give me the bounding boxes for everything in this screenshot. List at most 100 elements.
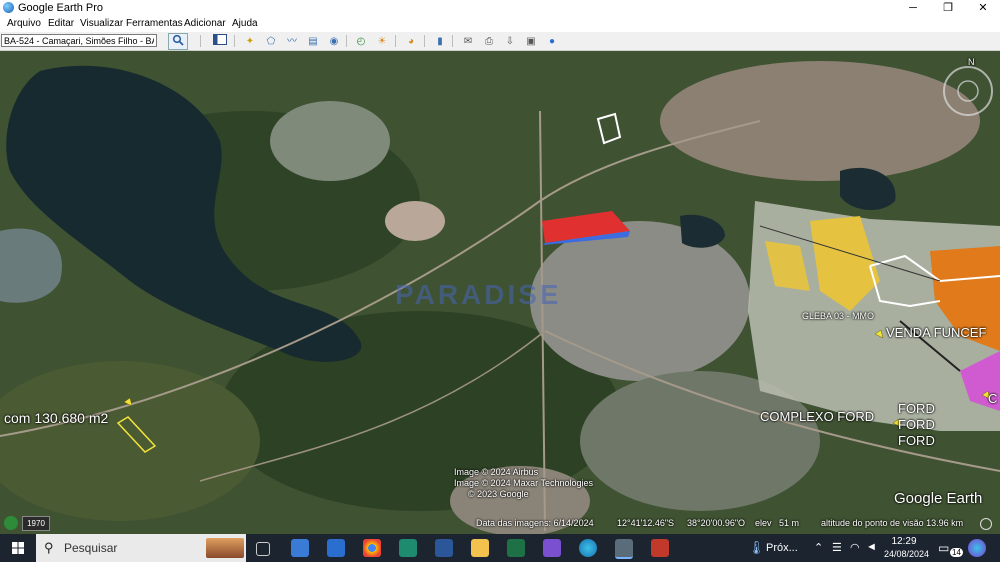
weather-text[interactable]: Próx...: [766, 542, 798, 554]
minimize-button[interactable]: ─: [896, 0, 930, 16]
menu-adicionar[interactable]: Adicionar: [184, 18, 226, 29]
search-button[interactable]: [168, 33, 188, 50]
ruler-icon: ▮: [437, 36, 443, 47]
tour-button[interactable]: ◉: [324, 33, 344, 50]
ruler-button[interactable]: ▮: [430, 33, 450, 50]
globe-icon: ●: [548, 36, 556, 47]
clock-date[interactable]: 24/08/2024: [884, 549, 929, 559]
weather-icon[interactable]: 🌡: [748, 540, 765, 556]
map-view[interactable]: PARADISE N com 130.680 m2 GLEBA 03 - MMO…: [0, 51, 1000, 535]
window-title: Google Earth Pro: [18, 2, 103, 14]
image-overlay-button[interactable]: ▤: [303, 33, 323, 50]
movie-icon: ▣: [526, 36, 536, 47]
sidebar-icon: [213, 34, 227, 45]
menu-ajuda[interactable]: Ajuda: [232, 18, 258, 29]
mail-icon[interactable]: [327, 539, 345, 557]
volume-icon[interactable]: ◄: [866, 541, 877, 553]
word-icon[interactable]: [435, 539, 453, 557]
title-bar: Google Earth Pro ─ ❐ ✕: [0, 0, 1000, 16]
toolbar: ✦ ⬠ 〰 ▤ ◉ ◴ ☀ ◕ ▮ ✉ ⎙ ⇩ ▣ ●: [0, 32, 1000, 51]
toolbar-separator: [424, 35, 425, 47]
notification-icon[interactable]: ▭: [938, 541, 949, 555]
polygon-button[interactable]: ⬠: [261, 33, 281, 50]
overlay-icon: ▤: [308, 36, 318, 47]
historical-year[interactable]: 1970: [22, 516, 50, 531]
toolbar-separator: [346, 35, 347, 47]
wifi-icon[interactable]: ◠: [850, 541, 860, 554]
taskbar: ⚲ Pesquisar 🌡 Próx... ⌃ ☰ ◠ ◄ 12:29 24/0…: [0, 534, 1000, 562]
menu-arquivo[interactable]: Arquivo: [7, 18, 41, 29]
placemark-button[interactable]: ✦: [240, 33, 260, 50]
historical-slider-icon[interactable]: [4, 516, 18, 530]
placemark-label-edge[interactable]: C: [988, 391, 997, 406]
planets-button[interactable]: ◕: [401, 33, 421, 50]
task-view-icon[interactable]: [256, 542, 270, 556]
planet-icon: ◕: [407, 36, 415, 47]
toolbar-separator: [452, 35, 453, 47]
email-icon: ✉: [463, 36, 473, 47]
clipchamp-icon[interactable]: [543, 539, 561, 557]
placemark-label-complexo[interactable]: COMPLEXO FORD: [760, 409, 874, 424]
menu-editar[interactable]: Editar: [48, 18, 74, 29]
placemark-label-ford[interactable]: FORD: [898, 401, 935, 416]
record-movie-button[interactable]: ▣: [521, 33, 541, 50]
attribution-line: Image © 2024 Maxar Technologies: [454, 478, 594, 488]
placemark-label-gleba[interactable]: GLEBA 03 - MMO: [802, 311, 874, 321]
sidebar-toggle-button[interactable]: [210, 33, 230, 50]
taskbar-search-box[interactable]: ⚲ Pesquisar: [36, 534, 246, 562]
menu-ferramentas[interactable]: Ferramentas: [126, 18, 183, 29]
eye-altitude: altitude do ponto de visão 13.96 km: [821, 518, 964, 528]
pushpin-icon: ✦: [245, 36, 255, 47]
view-in-maps-button[interactable]: ●: [542, 33, 562, 50]
polygon-icon: ⬠: [266, 36, 276, 47]
maximize-button[interactable]: ❐: [931, 0, 965, 16]
watermark: PARADISE: [395, 279, 562, 310]
search-icon: [172, 34, 184, 46]
google-earth-logo: Google Earth: [894, 490, 983, 507]
path-button[interactable]: 〰: [282, 33, 302, 50]
placemark-label-ford[interactable]: FORD: [898, 417, 935, 432]
google-earth-icon: [3, 2, 14, 13]
app-icon[interactable]: [399, 539, 417, 557]
attribution-line: Image © 2024 Airbus: [454, 467, 539, 477]
email-button[interactable]: ✉: [458, 33, 478, 50]
clock-time[interactable]: 12:29: [884, 536, 924, 547]
placemark-label-area[interactable]: com 130.680 m2: [4, 410, 108, 426]
tour-icon: ◉: [329, 36, 339, 47]
print-button[interactable]: ⎙: [479, 33, 499, 50]
image-date: Data das imagens: 6/14/2024: [476, 518, 594, 528]
excel-icon[interactable]: [507, 539, 525, 557]
file-explorer-icon[interactable]: [471, 539, 489, 557]
windows-start-icon[interactable]: [12, 542, 24, 554]
historical-imagery-button[interactable]: ◴: [351, 33, 371, 50]
path-icon: 〰: [287, 36, 297, 47]
elevation: elev 51 m: [755, 518, 800, 528]
placemark-label-venda[interactable]: VENDA FUNCEF: [886, 325, 986, 340]
store-icon[interactable]: [291, 539, 309, 557]
clock-icon: ◴: [356, 36, 366, 47]
toolbar-separator: [395, 35, 396, 47]
status-indicator-icon: [980, 518, 992, 530]
taskbar-search-placeholder: Pesquisar: [64, 541, 118, 555]
chrome-icon[interactable]: [363, 539, 381, 557]
sunlight-button[interactable]: ☀: [372, 33, 392, 50]
placemark-label-ford[interactable]: FORD: [898, 433, 935, 448]
google-earth-task-icon[interactable]: [615, 539, 633, 559]
menu-visualizar[interactable]: Visualizar: [80, 18, 123, 29]
toolbar-separator: [200, 35, 201, 47]
chevron-up-icon[interactable]: ⌃: [814, 541, 823, 554]
search-input[interactable]: [1, 34, 157, 47]
status-bar: 1970 Data das imagens: 6/14/2024 12°41'1…: [0, 514, 1000, 535]
toolbar-separator: [234, 35, 235, 47]
network-icon[interactable]: ☰: [832, 541, 842, 554]
copilot-icon[interactable]: [968, 539, 986, 557]
notification-count-badge: 14: [950, 548, 963, 557]
close-button[interactable]: ✕: [966, 0, 1000, 16]
app-icon[interactable]: [651, 539, 669, 557]
menu-bar: Arquivo Editar Visualizar Ferramentas Ad…: [0, 16, 1000, 32]
edge-icon[interactable]: [579, 539, 597, 557]
longitude: 38°20'00.96"O: [687, 518, 746, 528]
latitude: 12°41'12.46"S: [617, 518, 675, 528]
search-highlight-image: [206, 538, 244, 558]
save-image-button[interactable]: ⇩: [500, 33, 520, 50]
